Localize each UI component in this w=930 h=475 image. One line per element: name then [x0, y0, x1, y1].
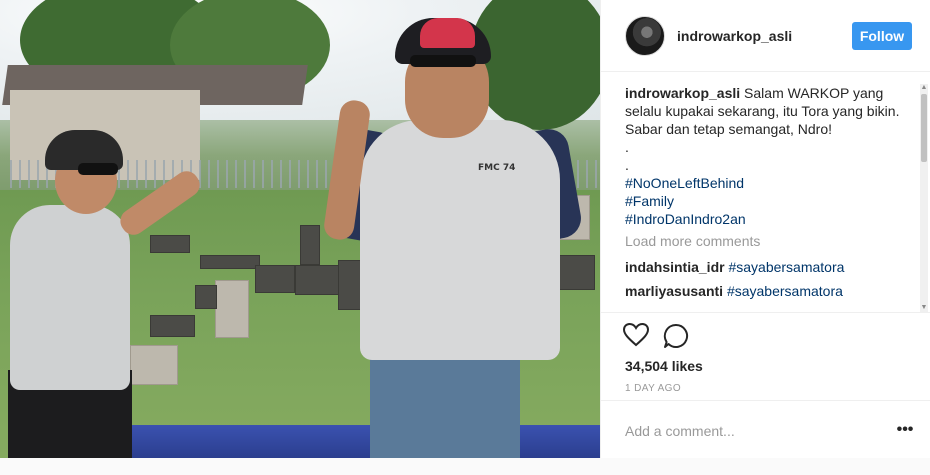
photo-gravestone — [150, 235, 190, 253]
comment-item: marliyasusanti #sayabersamatora — [625, 282, 915, 300]
avatar[interactable] — [625, 16, 665, 56]
caption-line: Sabar dan tetap semangat, Ndro! — [625, 121, 833, 137]
photo-gravestone — [300, 225, 320, 265]
photo-shirt-logo: FMC 74 — [478, 163, 516, 173]
post-side-panel: indrowarkop_asli Follow indrowarkop_asli… — [600, 0, 930, 458]
hashtag-link[interactable]: #NoOneLeftBehind — [625, 174, 915, 192]
photo-gravestone — [130, 345, 178, 385]
photo-sunglasses — [410, 55, 476, 67]
comment-hashtag[interactable]: #sayabersamatora — [728, 259, 844, 275]
likes-count[interactable]: 34,504 likes — [625, 358, 703, 374]
comment-bubble-icon[interactable] — [663, 323, 691, 349]
load-more-comments-link[interactable]: Load more comments — [625, 230, 915, 252]
photo-gravestone — [195, 285, 217, 309]
post-date[interactable]: 1 DAY AGO — [625, 383, 681, 394]
hashtag-link[interactable]: #Family — [625, 192, 915, 210]
comment-username[interactable]: marliyasusanti — [625, 283, 723, 299]
caption: indrowarkop_asli Salam WARKOP yang selal… — [625, 84, 915, 228]
caption-line: selalu kupakai sekarang, itu Tora yang b… — [625, 103, 900, 119]
scroll-up-arrow-icon[interactable]: ▲ — [920, 84, 928, 92]
photo-person-left-body — [10, 205, 130, 390]
add-comment-input[interactable] — [625, 421, 875, 441]
photo-person-right-legs — [370, 345, 520, 458]
photo-gravestone — [200, 255, 260, 269]
scroll-down-arrow-icon[interactable]: ▼ — [920, 304, 928, 312]
post-username[interactable]: indrowarkop_asli — [677, 28, 792, 44]
hashtag-link[interactable]: #IndroDanIndro2an — [625, 210, 915, 228]
photo-gravestone — [255, 265, 295, 293]
photo-gravestone — [338, 260, 362, 310]
follow-button[interactable]: Follow — [852, 22, 912, 50]
post-photo[interactable]: FMC 74 — [0, 0, 600, 458]
comments-list: indrowarkop_asli Salam WARKOP yang selal… — [625, 84, 915, 312]
caption-line: Salam WARKOP yang — [744, 85, 884, 101]
page-bottom-strip — [0, 458, 930, 475]
photo-person-right-body — [360, 120, 560, 360]
photo-blue-tile-border — [120, 425, 600, 458]
post-header: indrowarkop_asli Follow — [601, 0, 930, 72]
comments-scrollbar[interactable]: ▲ ▼ — [920, 84, 928, 312]
photo-gravestone — [215, 280, 249, 338]
comment-username[interactable]: indahsintia_idr — [625, 259, 725, 275]
add-comment-bar: ••• — [601, 400, 930, 458]
scrollbar-thumb[interactable] — [921, 94, 927, 162]
caption-line: . — [625, 139, 629, 155]
comment-hashtag[interactable]: #sayabersamatora — [727, 283, 843, 299]
comment-item: indahsintia_idr #sayabersamatora — [625, 258, 915, 276]
heart-icon[interactable] — [622, 322, 651, 349]
photo-person-right-cap-front — [420, 18, 475, 48]
photo-gravestone — [150, 315, 195, 337]
caption-line: . — [625, 157, 629, 173]
photo-sunglasses — [78, 163, 118, 175]
more-options-icon[interactable]: ••• — [895, 420, 915, 440]
caption-username[interactable]: indrowarkop_asli — [625, 85, 740, 101]
post-actions: 34,504 likes 1 DAY AGO — [601, 312, 930, 394]
